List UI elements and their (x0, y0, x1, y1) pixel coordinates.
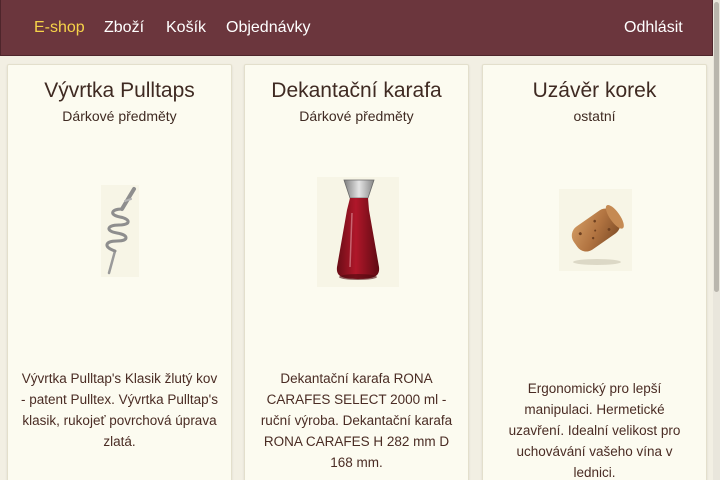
product-description: Dekantační karafa RONA CARAFES SELECT 20… (260, 371, 453, 470)
carafe-image[interactable] (317, 177, 399, 287)
product-description: Vývrtka Pulltap's Klasik žlutý kov - pat… (21, 371, 218, 449)
page-scrollbar[interactable] (713, 0, 720, 480)
product-title[interactable]: Vývrtka Pulltaps (8, 79, 231, 103)
corkscrew-icon (105, 187, 136, 275)
product-title[interactable]: Uzávěr korek (483, 79, 706, 103)
product-card[interactable]: Dekantační karafa Dárkové předměty Dekan… (244, 64, 469, 480)
top-navbar: E-shop Zboží Košík Objednávky Odhlásit (0, 0, 713, 56)
scrollbar-thumb[interactable] (714, 2, 719, 292)
product-category: Dárkové předměty (62, 108, 177, 124)
nav-item-zbozi[interactable]: Zboží (104, 0, 144, 56)
carafe-icon (336, 179, 380, 280)
product-card[interactable]: Vývrtka Pulltaps Dárkové předměty Vývrtk… (7, 64, 232, 480)
nav-brand-eshop[interactable]: E-shop (34, 0, 85, 56)
cork-icon (571, 204, 624, 265)
product-card[interactable]: Uzávěr korek ostatní Ergonomický pro lep… (482, 64, 707, 480)
cork-image[interactable] (559, 189, 632, 271)
product-category: ostatní (573, 108, 616, 124)
product-category: Dárkové předměty (299, 108, 414, 124)
corkscrew-image[interactable] (101, 185, 139, 277)
nav-item-objednavky[interactable]: Objednávky (226, 0, 311, 56)
nav-item-kosik[interactable]: Košík (166, 0, 206, 56)
product-title[interactable]: Dekantační karafa (245, 79, 468, 103)
logout-link[interactable]: Odhlásit (624, 0, 683, 56)
product-description: Ergonomický pro lepší manipulaci. Hermet… (508, 381, 681, 480)
